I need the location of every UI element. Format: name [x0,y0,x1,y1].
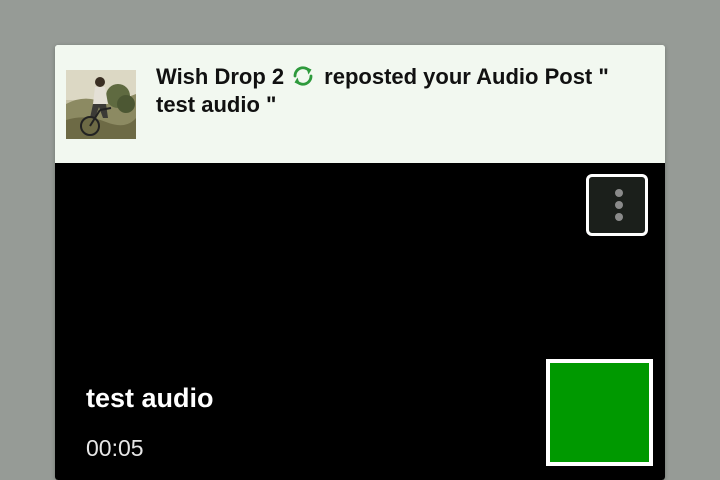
audio-duration: 00:05 [86,435,144,461]
repost-icon [290,63,316,89]
audio-thumbnail-image [550,363,649,462]
notification-message: Wish Drop 2 reposted your Audio Post " t… [156,63,651,119]
post-title-link[interactable]: test audio " [156,91,651,119]
user-avatar-photo [66,70,136,139]
user-name-link[interactable]: Wish Drop 2 [156,64,284,89]
notification-action-text: reposted your Audio Post " [324,64,609,89]
audio-thumbnail[interactable] [546,359,653,466]
notification-card[interactable]: Wish Drop 2 reposted your Audio Post " t… [55,45,665,480]
notification-header[interactable]: Wish Drop 2 reposted your Audio Post " t… [55,45,665,163]
audio-player[interactable]: test audio 00:05 [55,163,665,480]
avatar[interactable] [66,70,136,139]
more-options-button[interactable] [586,174,648,236]
audio-title: test audio [86,383,214,413]
